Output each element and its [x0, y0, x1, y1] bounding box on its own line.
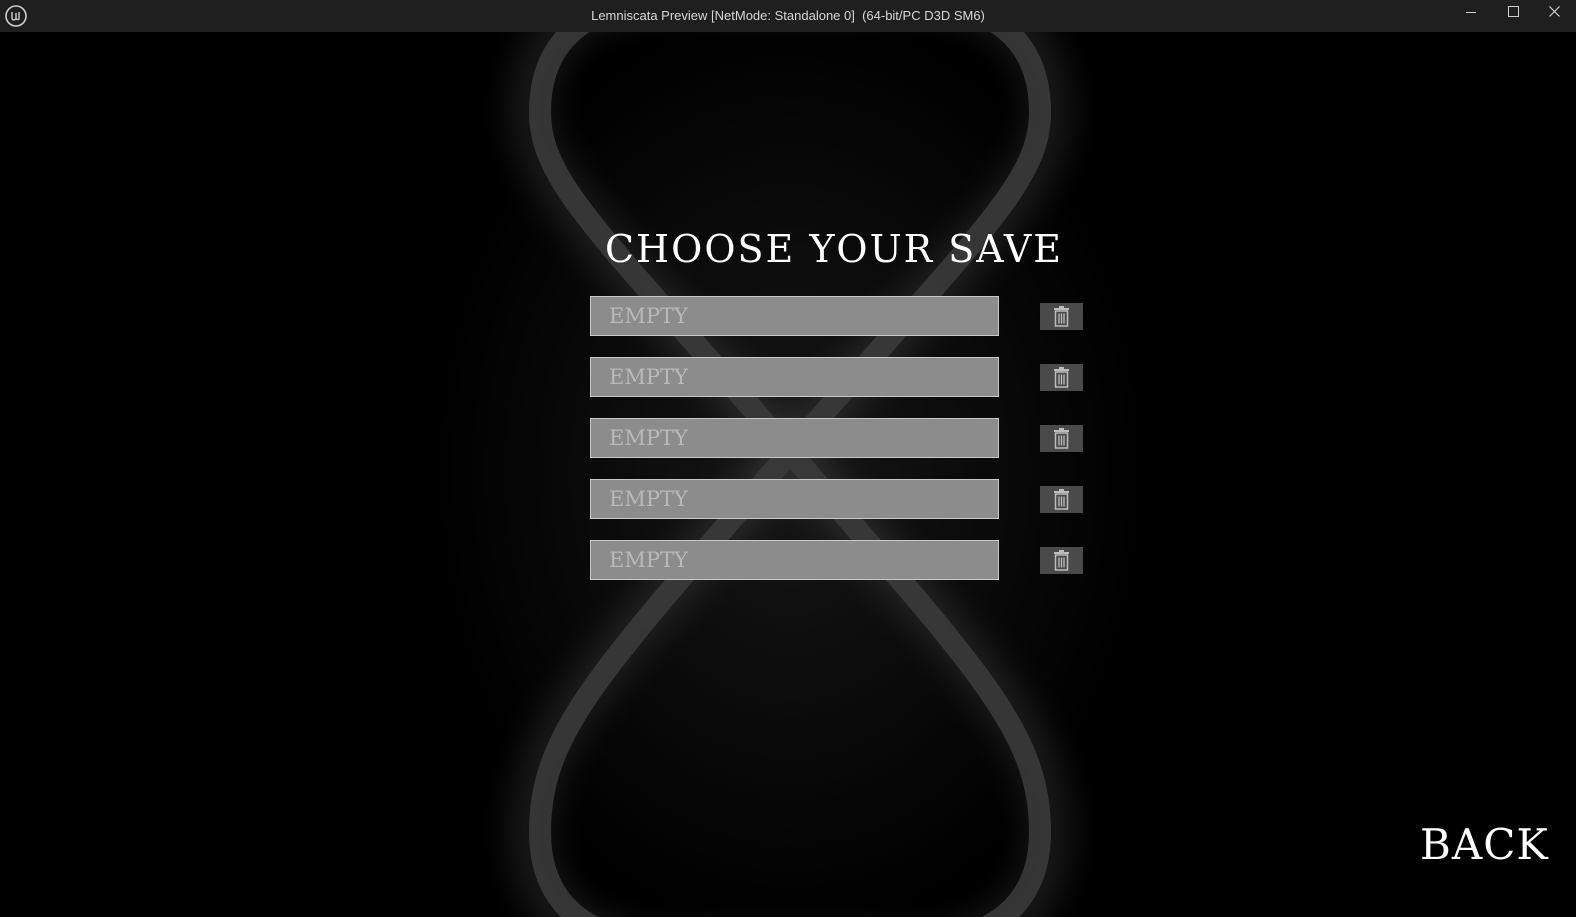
back-button[interactable]: BACK — [1420, 820, 1549, 869]
maximize-button[interactable] — [1492, 0, 1534, 32]
save-slot-2[interactable]: EMPTY — [590, 357, 999, 397]
trash-icon — [1054, 489, 1069, 510]
lemniscate-background — [430, 32, 1150, 917]
delete-slot-3-button[interactable] — [1040, 425, 1083, 452]
save-slot-4[interactable]: EMPTY — [590, 479, 999, 519]
delete-slot-4-button[interactable] — [1040, 486, 1083, 513]
trash-icon — [1054, 306, 1069, 327]
game-viewport: CHOOSE YOUR SAVE EMPTY EMPTY EMPTY EMPTY… — [0, 32, 1576, 917]
save-slot-5[interactable]: EMPTY — [590, 540, 999, 580]
delete-slot-5-button[interactable] — [1040, 547, 1083, 574]
window-title: Lemniscata Preview [NetMode: Standalone … — [591, 8, 985, 23]
maximize-icon — [1508, 6, 1519, 17]
close-button[interactable] — [1534, 0, 1576, 32]
trash-icon — [1054, 428, 1069, 449]
save-slot-3[interactable]: EMPTY — [590, 418, 999, 458]
trash-icon — [1054, 550, 1069, 571]
trash-icon — [1054, 367, 1069, 388]
save-slot-1[interactable]: EMPTY — [590, 296, 999, 336]
close-icon — [1549, 6, 1560, 17]
game-window: Lemniscata Preview [NetMode: Standalone … — [0, 0, 1576, 917]
title-bar[interactable]: Lemniscata Preview [NetMode: Standalone … — [0, 0, 1576, 32]
delete-slot-2-button[interactable] — [1040, 364, 1083, 391]
delete-slot-1-button[interactable] — [1040, 303, 1083, 330]
page-title: CHOOSE YOUR SAVE — [604, 227, 1064, 271]
minimize-icon — [1466, 12, 1476, 13]
minimize-button[interactable] — [1450, 0, 1492, 32]
